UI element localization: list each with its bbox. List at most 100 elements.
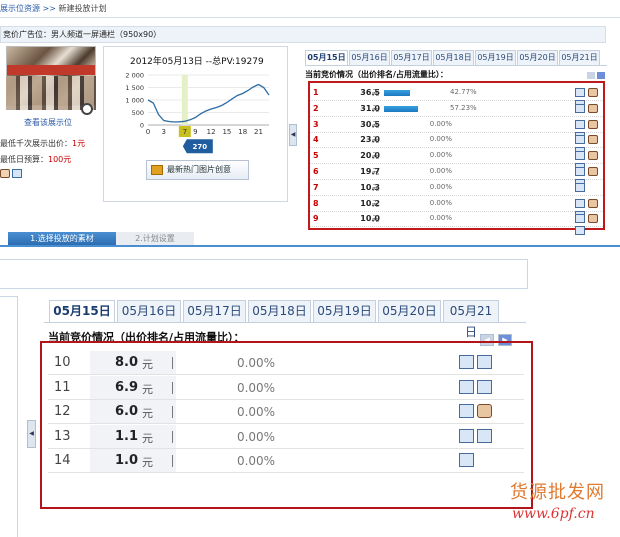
bid-price: 8.0	[114, 355, 138, 370]
people-icon[interactable]	[588, 103, 598, 113]
step-select-material[interactable]: 1.选择投放的素材	[8, 232, 116, 245]
stats-icon[interactable]	[575, 167, 585, 176]
tab-date-large-6[interactable]: 05月20日	[378, 300, 441, 322]
tab-date-4[interactable]: 05月18日	[433, 50, 474, 65]
breadcrumb-parent-link[interactable]: 展示位资源	[0, 4, 40, 13]
stats-icon[interactable]	[575, 182, 585, 192]
cell-separator	[172, 430, 173, 443]
cell-separator	[172, 381, 173, 394]
stats-icon[interactable]	[459, 355, 474, 369]
stats-icon[interactable]	[477, 428, 492, 443]
stats-icon[interactable]	[575, 135, 585, 145]
tab-date-large-4[interactable]: 05月18日	[248, 300, 311, 322]
collapse-toggle-large[interactable]: ◀	[27, 420, 36, 448]
people-icon[interactable]	[0, 169, 10, 178]
top-divider	[0, 17, 620, 18]
y-tick-label: 0	[140, 122, 144, 130]
stats-icon[interactable]	[575, 119, 585, 129]
breadcrumb-current: 新建投放计划	[58, 4, 107, 13]
ad-position-label: 竞价广告位：男人频道一屏通栏（950x90）	[0, 26, 606, 43]
bid-price: 10.3	[360, 182, 380, 192]
rank-number: 7	[313, 182, 319, 192]
watermark-url: www.6pf.cn	[512, 506, 595, 522]
people-icon[interactable]	[588, 167, 598, 176]
zoom-icon[interactable]	[81, 103, 93, 115]
chart-icon[interactable]	[12, 169, 22, 178]
bid-price: 1.0	[114, 453, 138, 468]
step-plan-settings[interactable]: 2.计划设置	[116, 232, 194, 245]
tab-date-large-3[interactable]: 05月17日	[183, 300, 246, 322]
pv-chart-panel: 2012年05月13日 --总PV:19279 2 000 1 500 1 000 5…	[103, 46, 288, 202]
table-row: 6 19.7 元 0.00%	[310, 164, 603, 188]
pv-line-chart: 2 000 1 500 1 000 500 0 0 3 7 9 12 15 18 21 270	[125, 72, 270, 154]
highlight-band	[181, 75, 188, 125]
rank-number: 14	[54, 453, 71, 468]
status-title-small: 当前竞价情况（出价排名/占用流量比）：	[305, 70, 448, 79]
collapse-toggle[interactable]: ◀	[289, 124, 297, 146]
rank-number: 13	[54, 428, 71, 444]
row-actions	[572, 214, 603, 238]
tab-date-large-2[interactable]: 05月16日	[117, 300, 181, 322]
tab-date-5[interactable]: 05月19日	[475, 50, 516, 65]
callout-value: 270	[193, 143, 208, 151]
traffic-percent: 57.23%	[450, 103, 477, 112]
x-tick-label: 21	[254, 128, 263, 136]
table-row: 7 10.3 元 0.00%	[310, 180, 603, 196]
prev-page-button-small[interactable]	[587, 72, 595, 79]
tab-date-3[interactable]: 05月17日	[391, 50, 432, 65]
see-position-link[interactable]: 查看该展示位	[24, 117, 72, 128]
series-line	[147, 83, 270, 123]
next-page-button-small[interactable]	[597, 72, 605, 79]
price-unit: 元	[372, 215, 379, 224]
table-row: 5 20.0 元 0.00%	[310, 148, 603, 173]
people-icon[interactable]	[477, 404, 492, 418]
price-unit: 元	[372, 168, 379, 176]
rank-number: 4	[313, 135, 319, 145]
create-hot-image-button[interactable]: 最新热门图片创意	[146, 160, 249, 180]
people-icon[interactable]	[588, 151, 598, 161]
min-bid-value: 1元	[72, 139, 86, 148]
price-unit: 元	[372, 152, 379, 161]
people-icon[interactable]	[588, 119, 598, 129]
people-icon[interactable]	[588, 88, 598, 97]
rank-number: 6	[313, 167, 319, 176]
stats-icon[interactable]	[459, 453, 474, 467]
stats-icon[interactable]	[459, 379, 474, 394]
stats-icon[interactable]	[575, 88, 585, 97]
tab-date-2[interactable]: 05月16日	[349, 50, 390, 65]
tab-date-7[interactable]: 05月21日	[559, 50, 600, 65]
people-icon[interactable]	[588, 214, 598, 224]
min-bid-stat: 最低千次展示出价：1元	[0, 138, 85, 149]
stats-icon[interactable]	[575, 214, 585, 224]
bid-ranking-table-small: 1 36.5 元 42.77% 2 31.0 元 57.23% 3 30.5 元 0.00% 4 23.0…	[308, 81, 605, 236]
people-icon[interactable]	[588, 135, 598, 145]
tab-date-large-7[interactable]: 05月21日	[443, 300, 499, 339]
stats-icon[interactable]	[575, 226, 585, 236]
stats-icon[interactable]	[477, 355, 492, 369]
stats-icon[interactable]	[459, 404, 474, 418]
image-icon	[151, 165, 163, 175]
stats-icon[interactable]	[477, 379, 492, 394]
tab-date-6[interactable]: 05月20日	[517, 50, 558, 65]
tab-date-1[interactable]: 05月15日	[305, 50, 348, 66]
stats-icon[interactable]	[575, 103, 585, 113]
traffic-percent: 0.00%	[236, 429, 276, 444]
stats-icon[interactable]	[459, 428, 474, 443]
traffic-percent: 0.00%	[236, 356, 276, 370]
price-unit: 元	[372, 120, 379, 129]
stats-icon[interactable]	[575, 151, 585, 161]
people-icon[interactable]	[588, 198, 598, 208]
bid-price: 1.1	[114, 428, 138, 444]
rank-number: 8	[313, 198, 319, 208]
x-tick-label: 18	[238, 128, 247, 136]
stats-icon[interactable]	[575, 198, 585, 208]
price-unit: 元	[142, 407, 153, 420]
y-tick-label: 1 500	[125, 84, 144, 92]
price-unit: 元	[142, 456, 153, 469]
bid-price: 10.0	[360, 214, 380, 224]
tab-date-large-5[interactable]: 05月19日	[313, 300, 376, 322]
rank-number: 5	[313, 151, 319, 161]
traffic-percent: 0.00%	[429, 182, 452, 191]
tab-date-large-1[interactable]: 05月15日	[49, 300, 115, 323]
traffic-bar-track	[384, 105, 444, 112]
